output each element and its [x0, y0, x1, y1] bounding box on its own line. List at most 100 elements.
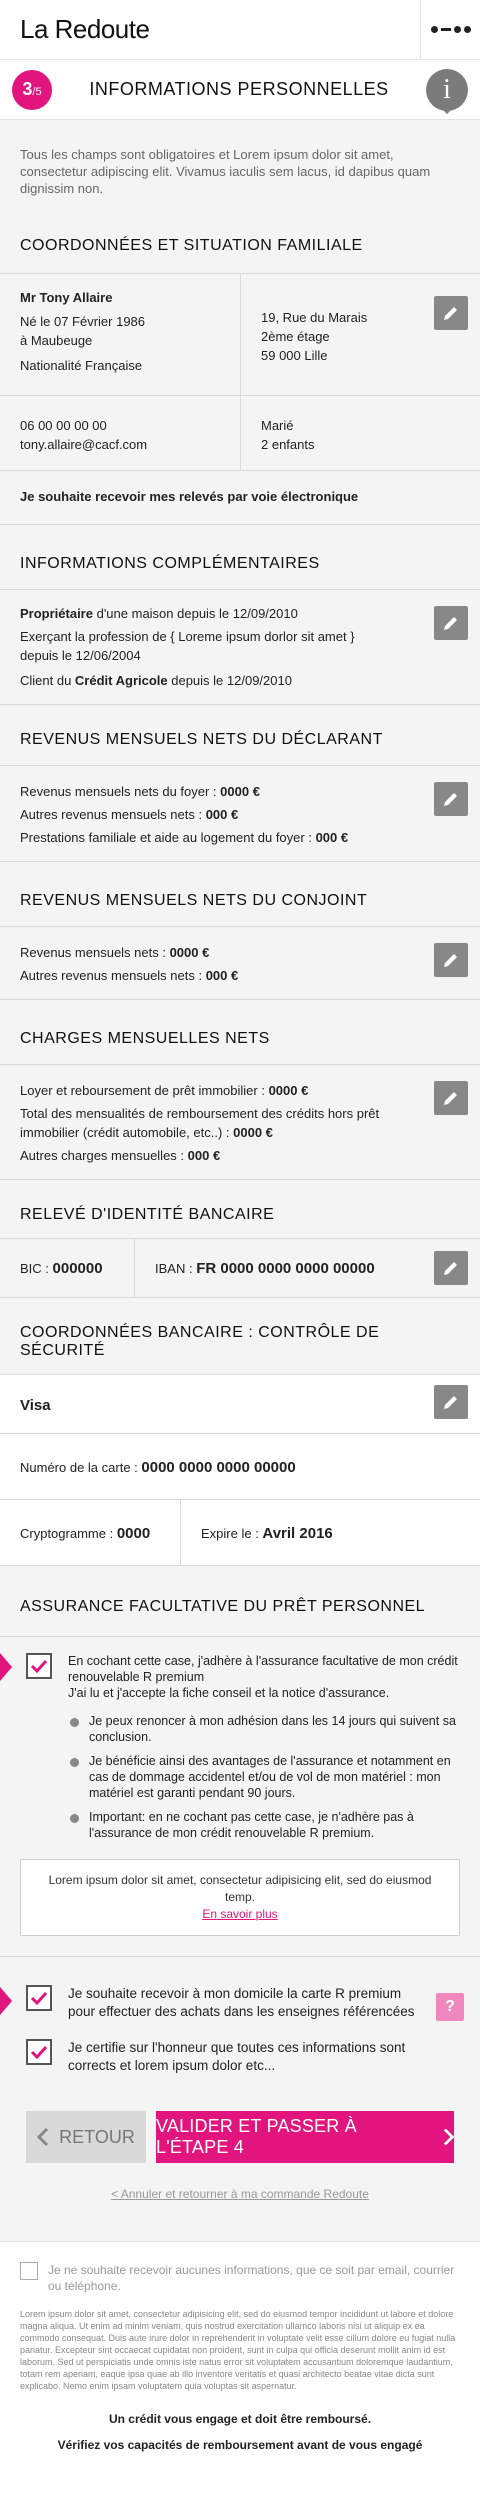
assurance-info-box: Lorem ipsum dolor sit amet, consectetur …: [20, 1859, 460, 1936]
revenus-declarant-card: Revenus mensuels nets du foyer : 0000 € …: [0, 765, 480, 862]
children: 2 enfants: [261, 437, 315, 452]
assurance-main-text: En cochant cette case, j'adhère à l'assu…: [68, 1654, 458, 1684]
birth-date: Né le 07 Février 1986: [20, 314, 146, 329]
section-title-rib: RELEVÉ D'IDENTITÉ BANCAIRE: [20, 1206, 275, 1223]
releves-preference: Je souhaite recevoir mes relevés par voi…: [20, 489, 359, 504]
menu-dots-icon[interactable]: [420, 0, 480, 60]
email: tony.allaire@cacf.com: [20, 437, 148, 452]
foyer-label: Revenus mensuels nets du foyer :: [20, 784, 221, 799]
pencil-icon: [444, 617, 457, 630]
foyer-value: 0000 €: [220, 784, 260, 799]
profession-since: depuis le 12/06/2004: [20, 648, 141, 663]
edit-charges-button[interactable]: [434, 1081, 468, 1115]
edit-revenus-declarant-button[interactable]: [434, 782, 468, 816]
complementaires-card: Propriétaire d'une maison depuis le 12/0…: [0, 589, 480, 705]
credit-warning-1: Un crédit vous engage et doit être rembo…: [108, 2412, 372, 2426]
pencil-icon: [444, 793, 457, 806]
credits-label-a: Total des mensualités de remboursement d…: [20, 1106, 380, 1121]
bank-name: Crédit Agricole: [74, 673, 168, 688]
optout-text: Je ne souhaite recevoir aucunes informat…: [48, 2263, 455, 2293]
check-icon: [30, 1991, 48, 2005]
assurance-bullet: Important: en ne cochant pas cette case,…: [89, 1810, 414, 1840]
carte-premium-checkbox[interactable]: [26, 1985, 52, 2011]
edit-bancaire-button[interactable]: [434, 1385, 468, 1419]
pink-arrow-icon: [0, 1653, 12, 1681]
revenus-conjoint-card: Revenus mensuels nets : 0000 € Autres re…: [0, 926, 480, 1000]
credits-label-b: immobilier (crédit automobile, etc..) :: [20, 1125, 234, 1140]
credit-warning-2: Vérifiez vos capacités de remboursement …: [57, 2438, 423, 2452]
section-title-complementaires: INFORMATIONS COMPLÉMENTAIRES: [20, 555, 320, 572]
conjoint-revenus-label: Revenus mensuels nets :: [20, 945, 170, 960]
back-button-label: RETOUR: [59, 2126, 135, 2147]
edit-rib-button[interactable]: [434, 1251, 468, 1285]
step-total: /5: [32, 85, 42, 98]
assurance-bullet: Je peux renoncer à mon adhésion dans les…: [89, 1714, 456, 1744]
next-step-button[interactable]: VALIDER ET PASSER À L'ÉTAPE 4: [156, 2111, 454, 2163]
conjoint-autres-label: Autres revenus mensuels nets :: [20, 968, 206, 983]
coordonnees-card: Mr Tony Allaire Né le 07 Février 1986 à …: [0, 273, 480, 525]
phone: 06 00 00 00 00: [20, 418, 107, 433]
section-title-assurance: ASSURANCE FACULTATIVE DU PRÊT PERSONNEL: [20, 1598, 426, 1615]
card-type: Visa: [20, 1397, 51, 1414]
chevron-left-icon: [37, 2127, 49, 2147]
loyer-value: 0000 €: [268, 1083, 309, 1098]
expire-label: Expire le :: [201, 1526, 263, 1541]
check-icon: [30, 2045, 48, 2059]
address-line-2: 2ème étage: [261, 329, 330, 344]
help-button[interactable]: ?: [436, 1993, 464, 2021]
legal-text: Lorem ipsum dolor sit amet, consectetur …: [20, 2309, 456, 2391]
expire-value: Avril 2016: [262, 1525, 333, 1542]
step-header: 3/5 INFORMATIONS PERSONNELLES i: [0, 60, 480, 120]
conjoint-revenus-value: 0000 €: [169, 945, 210, 960]
pencil-icon: [444, 1396, 457, 1409]
loyer-label: Loyer et reboursement de prêt immobilier…: [20, 1083, 269, 1098]
carte-premium-text: Je souhaite recevoir à mon domicile la c…: [68, 1986, 415, 2019]
pencil-icon: [444, 1262, 457, 1275]
client-prefix: Client du: [20, 673, 75, 688]
edit-complementaires-button[interactable]: [434, 606, 468, 640]
header: La Redoute: [0, 0, 480, 60]
crypto-label: Cryptogramme :: [20, 1526, 117, 1541]
assurance-checkbox[interactable]: [26, 1653, 52, 1679]
customer-name: Mr Tony Allaire: [20, 290, 113, 305]
intro-text: Tous les champs sont obligatoires et Lor…: [0, 120, 480, 215]
pencil-icon: [444, 1092, 457, 1105]
certify-text: Je certifie sur l'honneur que toutes ces…: [68, 2040, 406, 2073]
iban-label: IBAN :: [155, 1261, 197, 1276]
crypto-value: 0000: [116, 1525, 151, 1542]
rib-card: BIC : 000000 IBAN : FR 0000 0000 0000 00…: [0, 1238, 480, 1298]
autres-charges-label: Autres charges mensuelles :: [20, 1148, 188, 1163]
bancaire-card: Visa Numéro de la carte : 0000 0000 0000…: [0, 1374, 480, 1566]
prestations-value: 000 €: [315, 830, 349, 845]
pencil-icon: [444, 954, 457, 967]
action-buttons: RETOUR VALIDER ET PASSER À L'ÉTAPE 4: [0, 2075, 480, 2187]
edit-revenus-conjoint-button[interactable]: [434, 943, 468, 977]
info-icon[interactable]: i: [426, 68, 468, 114]
assurance-bullet: Je bénéficie ainsi des avantages de l'as…: [89, 1754, 451, 1800]
check-icon: [30, 1659, 48, 1673]
step-badge: 3/5: [12, 69, 52, 110]
chevron-right-icon: [443, 2128, 454, 2146]
autres-label: Autres revenus mensuels nets :: [20, 807, 206, 822]
back-button[interactable]: RETOUR: [26, 2111, 146, 2163]
edit-coordonnees-button[interactable]: [434, 296, 468, 330]
credits-value: 0000 €: [233, 1125, 273, 1140]
conjoint-autres-value: 000 €: [205, 968, 239, 983]
pink-arrow-icon: [0, 1987, 12, 2015]
owner-since: d'une maison depuis le 12/09/2010: [92, 606, 298, 621]
nationality: Nationalité Française: [20, 358, 143, 373]
optout-checkbox[interactable]: [20, 2262, 38, 2280]
certify-checkbox[interactable]: [26, 2039, 52, 2065]
autres-charges-value: 000 €: [187, 1148, 221, 1163]
cancel-link[interactable]: < Annuler et retourner à ma commande Red…: [0, 2187, 480, 2241]
address-line-1: 19, Rue du Marais: [261, 310, 368, 325]
section-title-charges: CHARGES MENSUELLES NETS: [20, 1030, 270, 1047]
autres-value: 000 €: [205, 807, 239, 822]
assurance-info-text: Lorem ipsum dolor sit amet, consectetur …: [48, 1873, 432, 1904]
step-current: 3: [22, 79, 33, 99]
en-savoir-plus-link[interactable]: En savoir plus: [33, 1906, 447, 1923]
birth-place: à Maubeuge: [20, 333, 93, 348]
card-number-value: 0000 0000 0000 00000: [141, 1459, 296, 1476]
prestations-label: Prestations familiale et aide au logemen…: [20, 830, 316, 845]
logo[interactable]: La Redoute: [20, 14, 150, 45]
